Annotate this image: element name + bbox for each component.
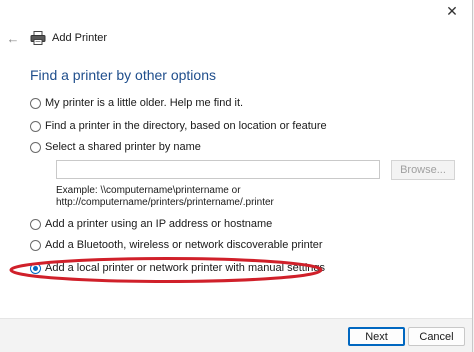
radio-button[interactable] bbox=[30, 141, 41, 153]
option-shared-printer[interactable]: Select a shared printer by name bbox=[30, 141, 201, 153]
back-arrow-icon: ← bbox=[6, 30, 20, 46]
option-ip-address[interactable]: Add a printer using an IP address or hos… bbox=[30, 218, 272, 230]
option-label: Select a shared printer by name bbox=[45, 141, 201, 153]
option-local-manual[interactable]: Add a local printer or network printer w… bbox=[30, 262, 325, 274]
shared-printer-name-input[interactable] bbox=[56, 160, 380, 179]
radio-button[interactable] bbox=[30, 120, 41, 132]
option-older-printer[interactable]: My printer is a little older. Help me fi… bbox=[30, 97, 243, 109]
title-bar: ← Add Printer bbox=[0, 26, 472, 50]
cancel-button[interactable]: Cancel bbox=[408, 327, 465, 346]
option-bluetooth-wireless[interactable]: Add a Bluetooth, wireless or network dis… bbox=[30, 239, 323, 251]
radio-button-selected[interactable] bbox=[30, 262, 41, 274]
back-button[interactable]: ← bbox=[2, 27, 24, 49]
add-printer-dialog: ✕ ← Add Printer Find a printer by other … bbox=[0, 0, 473, 352]
printer-icon bbox=[30, 31, 46, 45]
page-heading: Find a printer by other options bbox=[30, 67, 216, 83]
option-label: Add a Bluetooth, wireless or network dis… bbox=[45, 239, 323, 251]
window-title: Add Printer bbox=[52, 32, 108, 44]
example-line-2: http://computername/printers/printername… bbox=[56, 197, 274, 208]
radio-button[interactable] bbox=[30, 97, 41, 109]
radio-button[interactable] bbox=[30, 218, 41, 230]
example-text: Example: \\computername\printername or h… bbox=[56, 185, 316, 209]
radio-button[interactable] bbox=[30, 239, 41, 251]
browse-button[interactable]: Browse... bbox=[391, 160, 455, 180]
option-label: Add a printer using an IP address or hos… bbox=[45, 218, 273, 230]
example-line-1: Example: \\computername\printername or bbox=[56, 185, 241, 196]
option-label: My printer is a little older. Help me fi… bbox=[45, 97, 244, 109]
option-directory[interactable]: Find a printer in the directory, based o… bbox=[30, 120, 327, 132]
close-icon: ✕ bbox=[446, 2, 458, 19]
option-label: Add a local printer or network printer w… bbox=[45, 262, 326, 274]
option-label: Find a printer in the directory, based o… bbox=[45, 120, 327, 132]
close-button[interactable]: ✕ bbox=[438, 0, 466, 22]
next-button[interactable]: Next bbox=[348, 327, 405, 346]
